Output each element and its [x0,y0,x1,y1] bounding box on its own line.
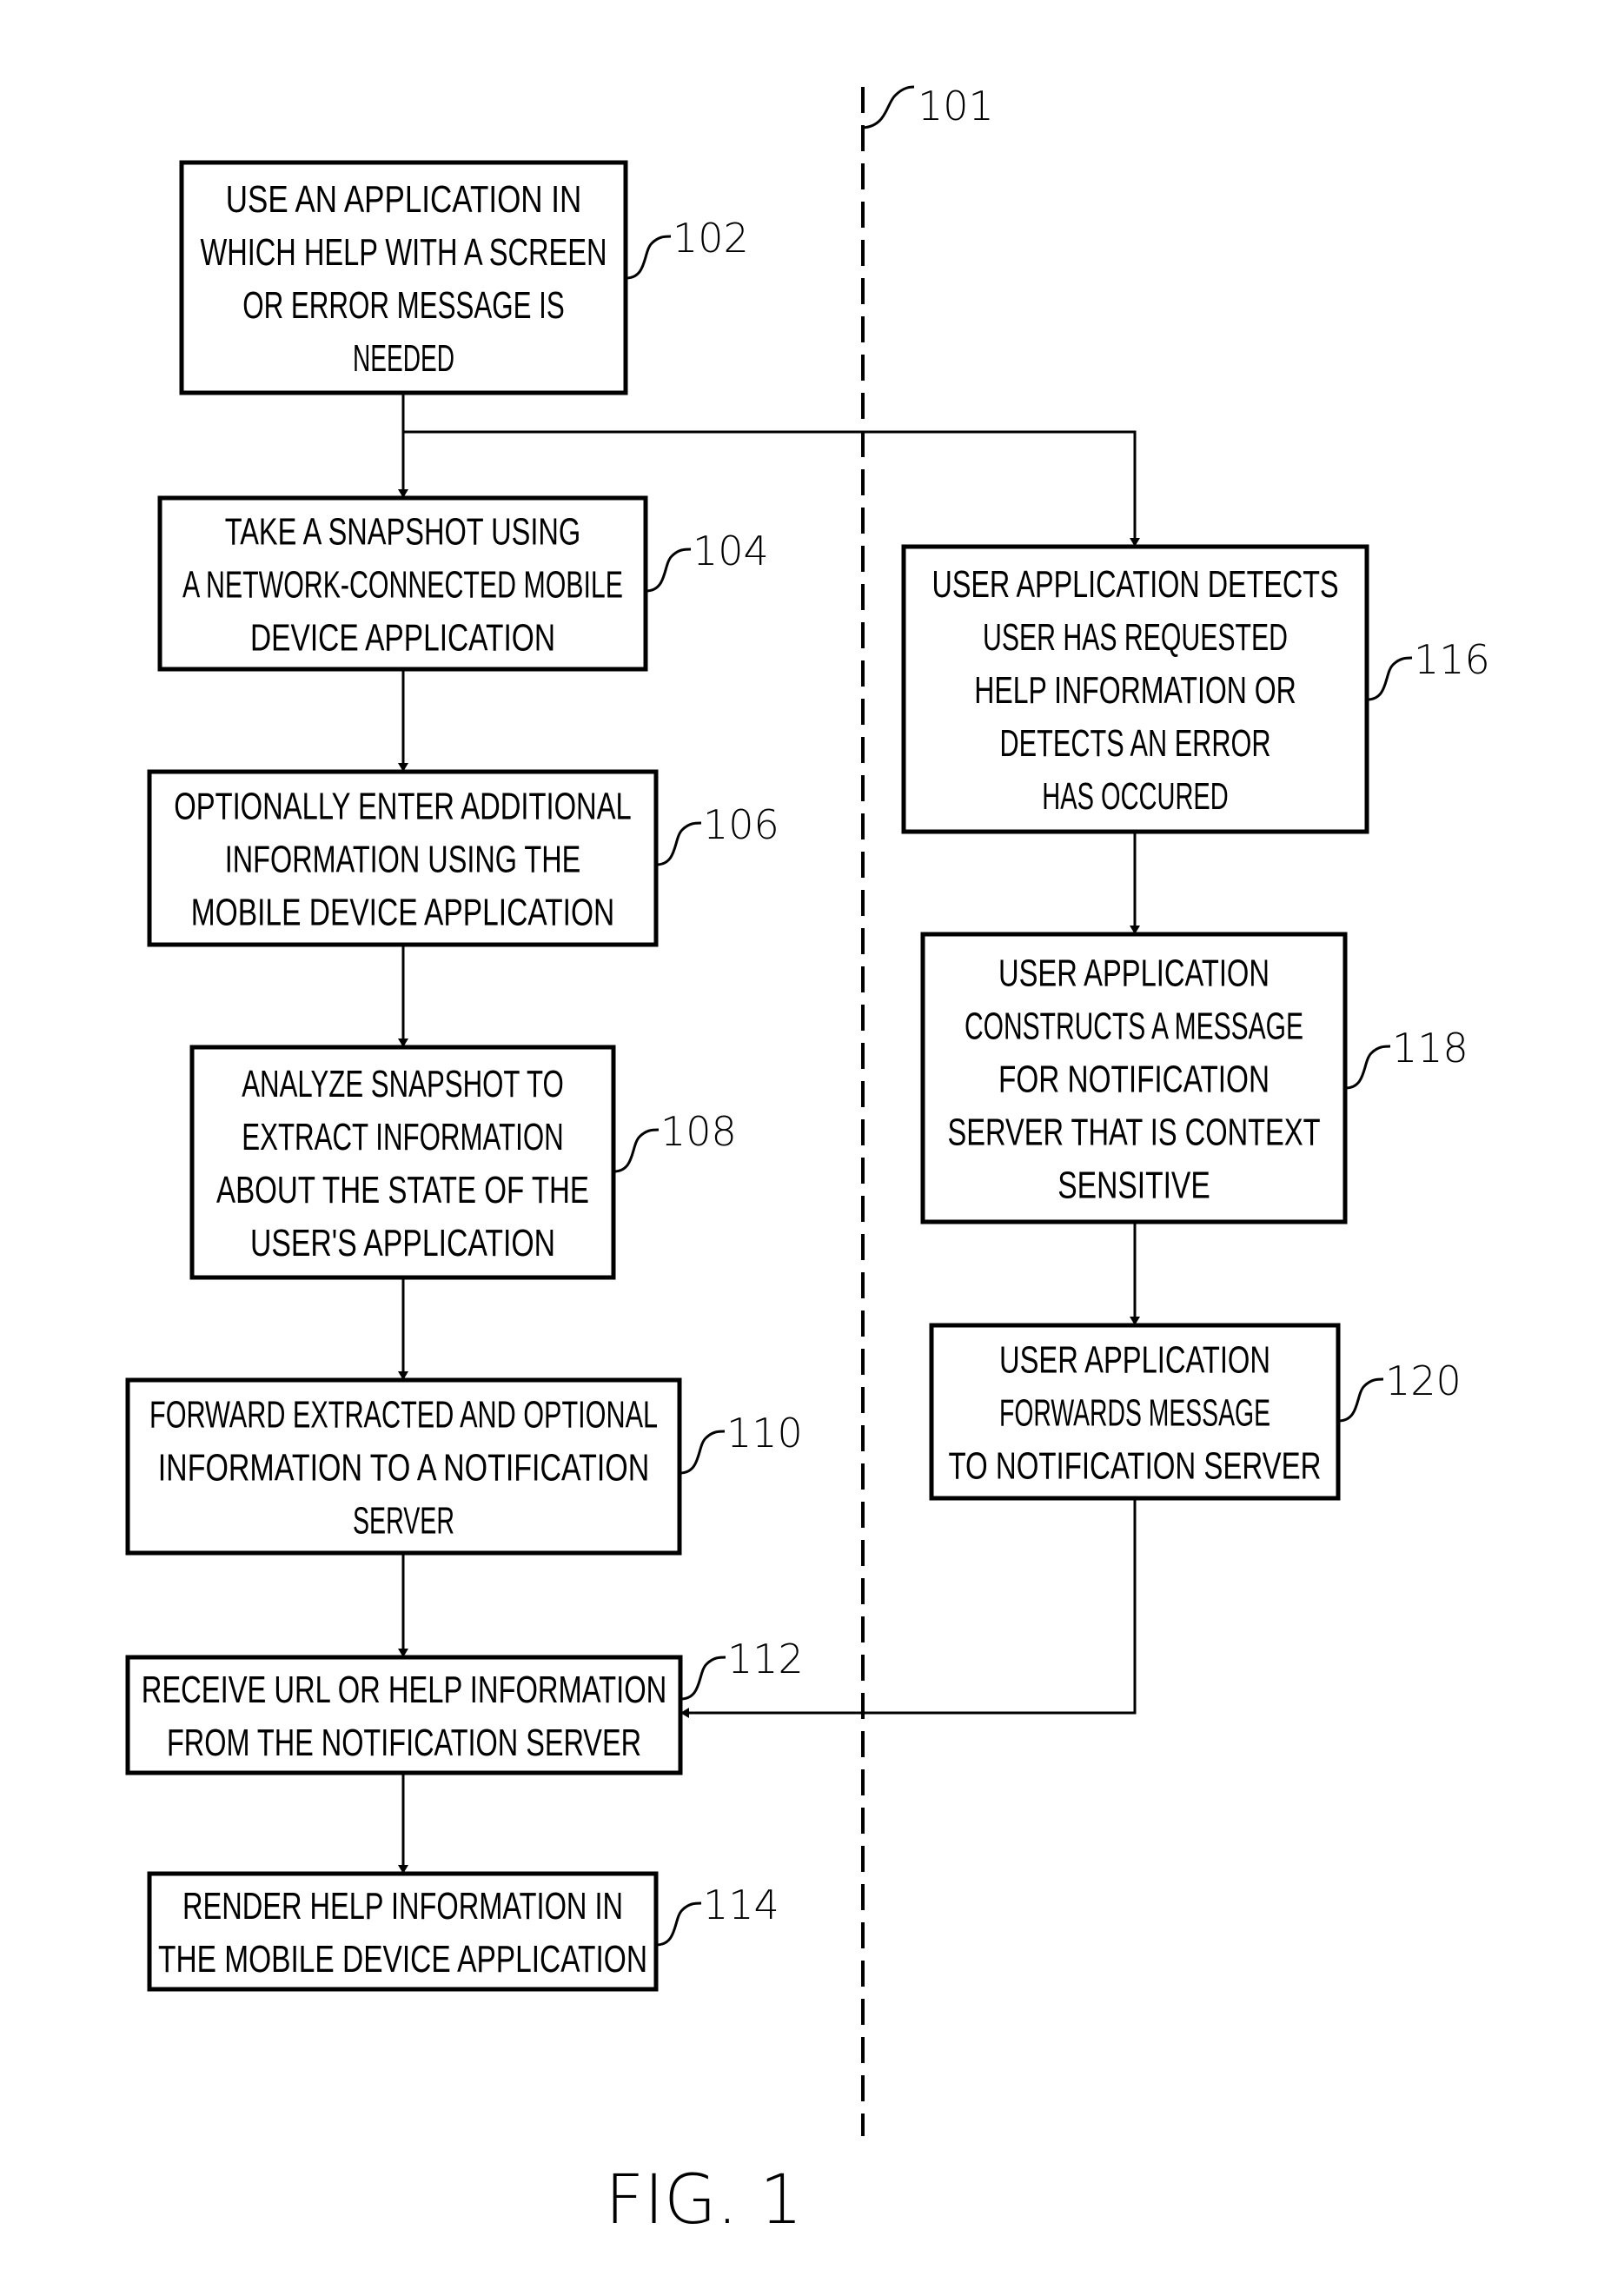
step-ref-label: 108 [660,1108,737,1155]
ref-leader [655,821,702,866]
step-114: RENDER HELP INFORMATION IN THE MOBILE DEV… [147,1871,779,1992]
step-text-line: INFORMATION USING THE [225,839,581,881]
step-text-line: OR ERROR MESSAGE IS [242,284,565,327]
step-text-line: EXTRACT INFORMATION [242,1116,564,1158]
step-ref-label: 112 [727,1636,804,1682]
ref-leader [1344,1045,1391,1090]
step-ref-label: 104 [693,528,769,574]
step-text-line: WHICH HELP WITH A SCREEN [201,231,607,274]
step-text-line: USER'S APPLICATION [250,1222,555,1264]
flowchart: 101 USE AN APPLICATION IN WHICH HELP WITH… [125,83,1490,2240]
step-116: USER APPLICATION DETECTS USER HAS REQUEST… [901,544,1490,834]
step-112: RECEIVE URL OR HELP INFORMATION FROM THE … [125,1636,804,1775]
step-ref-label: 110 [726,1410,803,1457]
step-text-line: INFORMATION TO A NOTIFICATION [158,1447,650,1490]
step-108: ANALYZE SNAPSHOT TO EXTRACT INFORMATION AB… [189,1045,737,1280]
steps: USE AN APPLICATION IN WHICH HELP WITH A S… [125,160,1490,1992]
figure-label: FIG. 1 [605,2161,803,2240]
step-104: TAKE A SNAPSHOT USING A NETWORK-CONNECTED… [157,495,769,672]
step-ref-label: 114 [703,1881,779,1928]
step-text-line: RECEIVE URL OR HELP INFORMATION [142,1669,667,1711]
step-text-line: OPTIONALLY ENTER ADDITIONAL [174,786,632,828]
step-120: USER APPLICATION FORWARDS MESSAGE TO NOTIF… [929,1323,1462,1501]
step-text-line: HELP INFORMATION OR [974,669,1296,712]
step-ref-label: 118 [1392,1025,1468,1072]
step-102: USE AN APPLICATION IN WHICH HELP WITH A S… [179,160,749,395]
step-text-line: USER HAS REQUESTED [983,616,1288,659]
step-106: OPTIONALLY ENTER ADDITIONAL INFORMATION U… [147,769,779,947]
ref-leader [1366,656,1413,701]
step-ref-label: 116 [1414,636,1490,683]
step-text-line: DEVICE APPLICATION [250,617,555,660]
ref-leader [625,235,672,280]
step-ref-label: 106 [703,801,779,848]
ref-leader [679,1430,726,1475]
ref-leader [645,547,692,593]
step-110: FORWARD EXTRACTED AND OPTIONAL INFORMATIO… [125,1377,803,1556]
step-text-line: TAKE A SNAPSHOT USING [225,511,581,554]
step-ref-label: 120 [1385,1357,1462,1404]
step-text-line: USER APPLICATION [999,1339,1270,1382]
step-text-line: USER APPLICATION DETECTS [932,563,1339,606]
step-text-line: A NETWORK-CONNECTED MOBILE [182,564,623,607]
step-text-line: THE MOBILE DEVICE APPLICATION [158,1938,647,1981]
divider-ref-label: 101 [918,83,994,129]
step-ref-label: 102 [673,215,749,262]
step-text-line: SENSITIVE [1057,1165,1210,1207]
step-text-line: TO NOTIFICATION SERVER [949,1445,1322,1488]
step-text-line: SERVER [353,1500,454,1543]
divider-leader [862,85,915,129]
step-text-line: ABOUT THE STATE OF THE [216,1169,589,1211]
step-text-line: FORWARDS MESSAGE [999,1392,1270,1435]
step-text-line: MOBILE DEVICE APPLICATION [191,892,615,934]
ref-leader [613,1128,660,1173]
step-text-line: HAS OCCURED [1042,775,1229,818]
ref-leader [1337,1377,1384,1423]
ref-leader [655,1901,702,1947]
step-text-line: USE AN APPLICATION IN [226,178,582,221]
step-text-line: SERVER THAT IS CONTEXT [948,1112,1321,1154]
step-text-line: USER APPLICATION [998,952,1270,995]
step-text-line: FROM THE NOTIFICATION SERVER [167,1722,641,1764]
ref-leader [680,1656,726,1701]
step-text-line: RENDER HELP INFORMATION IN [182,1885,623,1928]
step-text-line: NEEDED [353,337,454,380]
step-text-line: DETECTS AN ERROR [1000,722,1271,765]
step-118: USER APPLICATION CONSTRUCTS A MESSAGE FOR … [920,932,1468,1224]
step-text-line: ANALYZE SNAPSHOT TO [242,1063,564,1105]
step-text-line: CONSTRUCTS A MESSAGE [965,1005,1303,1048]
step-text-line: FOR NOTIFICATION [998,1058,1270,1101]
step-text-line: FORWARD EXTRACTED AND OPTIONAL [149,1394,658,1437]
